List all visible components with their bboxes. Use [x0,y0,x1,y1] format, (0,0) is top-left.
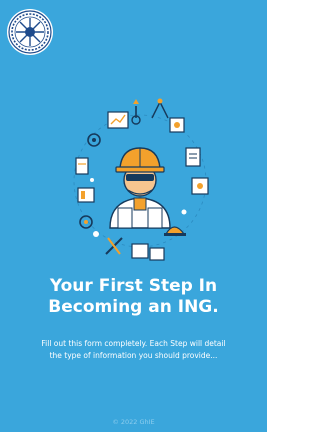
copyright-footer: © 2022 GhIE [112,418,155,426]
subtext-line-1: Fill out this form completely. Each Step… [41,339,226,348]
headline-line-1: Your First Step In [49,276,218,296]
seal-logo-icon [7,9,53,55]
subtext-line-2: the type of information you should provi… [49,351,218,360]
engineer-illustration-icon [73,98,209,261]
headline-line-2: Becoming an ING. [48,297,219,317]
onboarding-screen: Your First Step In Becoming an ING. Fill… [0,0,267,432]
hero-headline: Your First Step In Becoming an ING. [0,276,267,318]
hero-subtext: Fill out this form completely. Each Step… [10,338,257,362]
